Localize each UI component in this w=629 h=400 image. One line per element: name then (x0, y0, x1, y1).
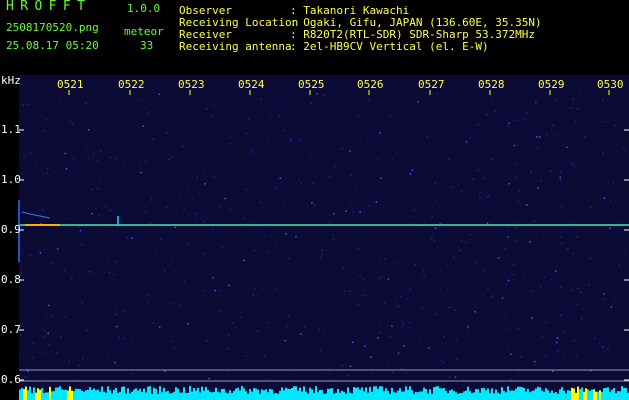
y-tick-label: 0.6 (1, 373, 21, 386)
y-tick-label: 0.8 (1, 273, 21, 286)
noise-speckles (19, 92, 627, 384)
time-tick-label: 0526 (357, 78, 384, 91)
y-tick-label: 1.1 (1, 123, 21, 136)
time-tick-label: 0528 (478, 78, 505, 91)
y-tick-label: 0.7 (1, 323, 21, 336)
time-tick-label: 0525 (298, 78, 325, 91)
meteor-echo (21, 211, 51, 219)
time-tick-label: 0527 (418, 78, 445, 91)
time-tick-label: 0524 (238, 78, 265, 91)
hrofft-window: { "app": { "title": "HROFFT", "version":… (0, 0, 629, 400)
spectrogram-overlay (18, 90, 629, 400)
time-tick-label: 0529 (538, 78, 565, 91)
noise-level-bar (19, 386, 629, 400)
y-tick-label: 0.9 (1, 223, 21, 236)
time-tick-label: 0521 (57, 78, 84, 91)
time-tick-label: 0530 (597, 78, 624, 91)
y-tick-label: 1.0 (1, 173, 21, 186)
time-tick-label: 0522 (118, 78, 145, 91)
y-axis-unit: kHz (1, 74, 21, 87)
time-tick-label: 0523 (178, 78, 205, 91)
